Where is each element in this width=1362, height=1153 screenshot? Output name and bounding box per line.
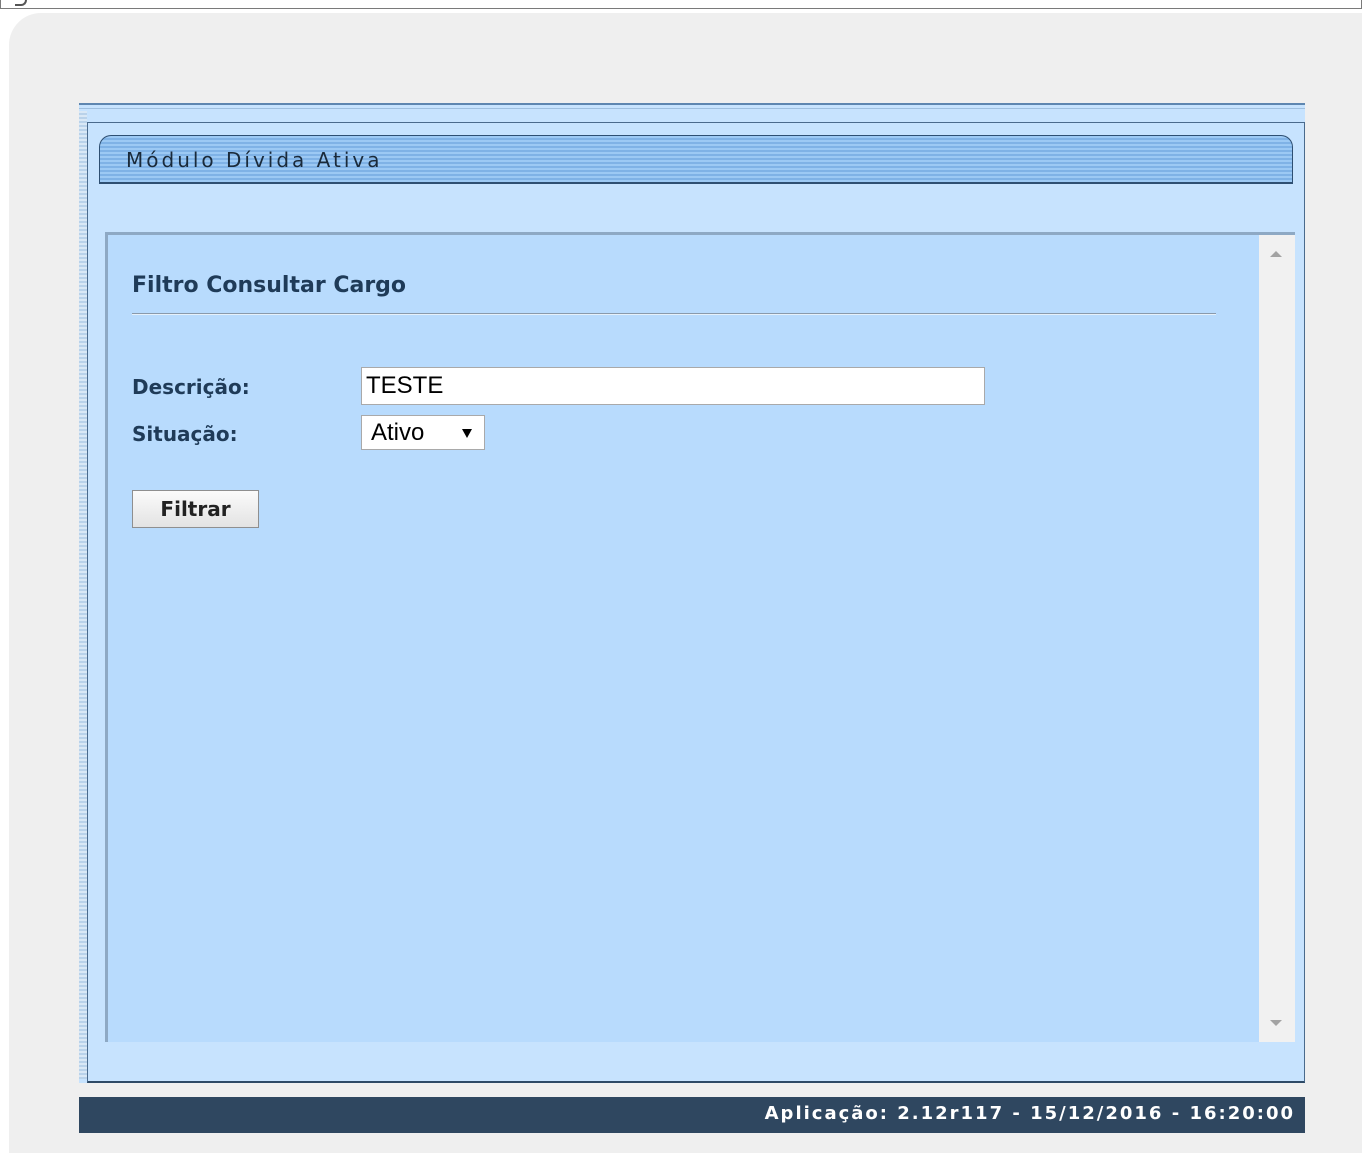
- dropdown-arrow-icon: [462, 429, 472, 438]
- filter-title-divider: [132, 313, 1216, 315]
- application-version-status: Aplicação: 2.12r117 - 15/12/2016 - 16:20…: [764, 1103, 1295, 1124]
- filter-title: Filtro Consultar Cargo: [132, 273, 407, 298]
- scroll-down-arrow-icon[interactable]: [1270, 1020, 1282, 1026]
- frame-left-stripe: [79, 111, 87, 1079]
- filtrar-button[interactable]: Filtrar: [132, 490, 259, 528]
- module-title: Módulo Dívida Ativa: [126, 148, 383, 172]
- frame-top-border-secondary: [79, 108, 1305, 109]
- status-bar: Aplicação: 2.12r117 - 15/12/2016 - 16:20…: [79, 1097, 1305, 1133]
- frame-top-border: [79, 103, 1305, 105]
- partial-glyph-icon: [15, 0, 27, 6]
- descricao-input[interactable]: TESTE: [361, 367, 985, 405]
- situacao-select[interactable]: Ativo: [361, 415, 485, 450]
- scroll-up-arrow-icon[interactable]: [1270, 251, 1282, 257]
- filter-content-panel[interactable]: Filtro Consultar Cargo Descrição: TESTE …: [105, 232, 1295, 1042]
- situacao-label: Situação:: [132, 422, 238, 446]
- browser-top-edge: [0, 0, 1362, 9]
- descricao-label: Descrição:: [132, 375, 250, 399]
- module-header-tab: Módulo Dívida Ativa: [99, 135, 1293, 184]
- content-scrollbar[interactable]: [1259, 235, 1295, 1042]
- situacao-selected-value: Ativo: [371, 419, 425, 446]
